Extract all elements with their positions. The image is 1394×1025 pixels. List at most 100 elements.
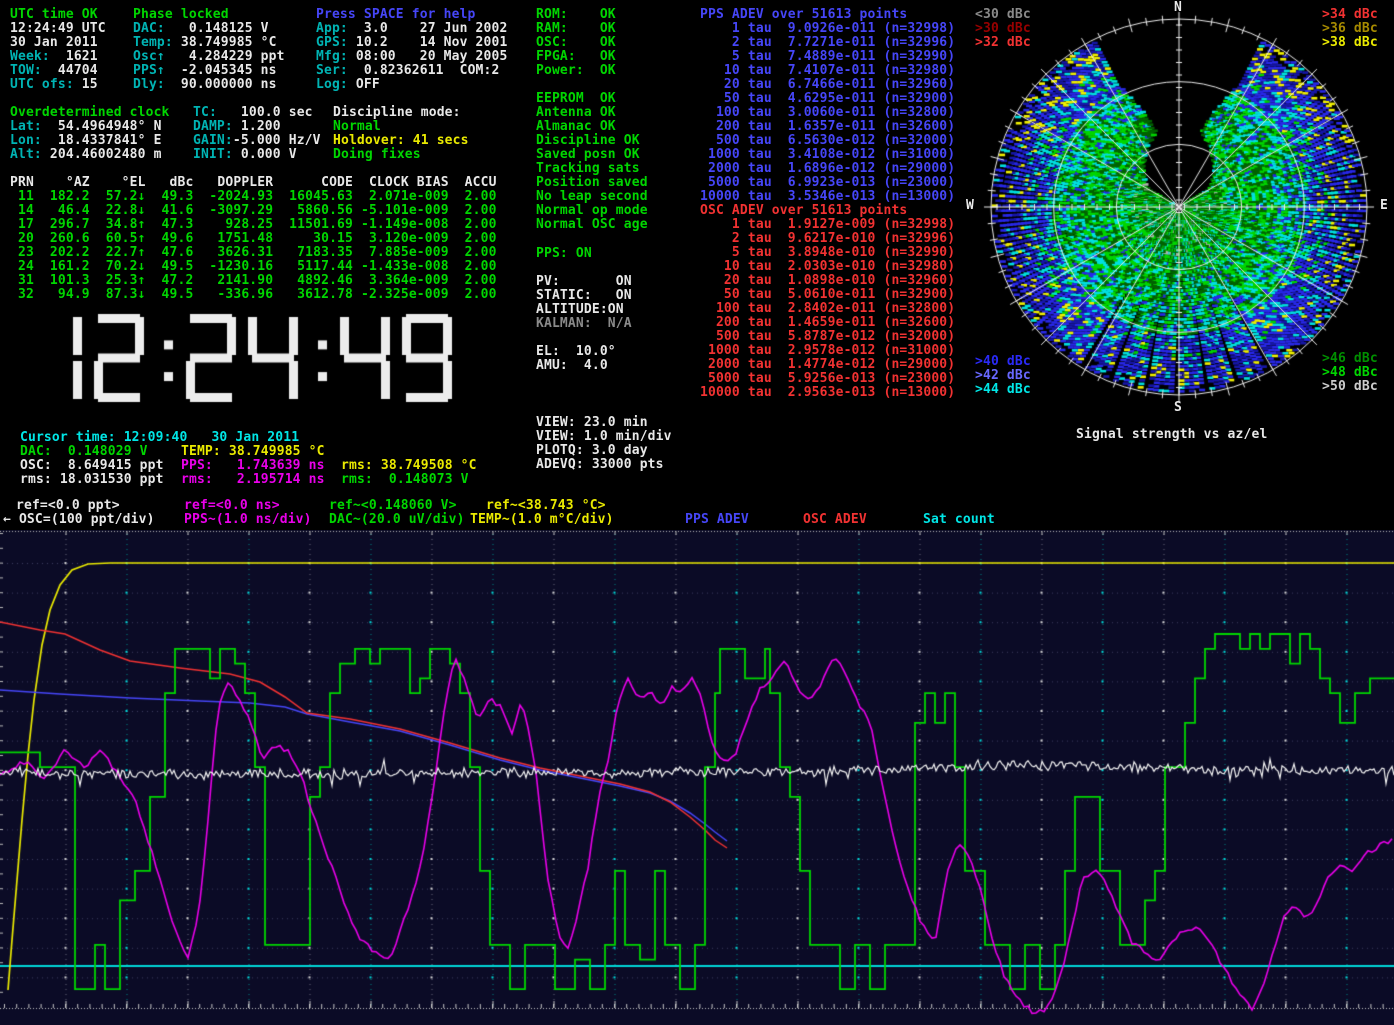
dbc-gt30: >30 dBc bbox=[975, 22, 1031, 36]
osc-hw-status: OSC: OK bbox=[536, 36, 616, 50]
ref-temp: ref~<38.743 °C> bbox=[486, 499, 606, 513]
latitude-text: 54.4964948° N bbox=[42, 119, 162, 134]
cable-delay-text: 90.000000 ns bbox=[165, 77, 277, 92]
osc-adev-row-500-text: 500 tau 5.8787e-012 (n=32000) bbox=[700, 329, 955, 344]
plot-queue-text: PLOTQ: 3.0 day bbox=[536, 443, 648, 458]
altitude-text: 204.46002480 m bbox=[42, 147, 162, 162]
osc-adev-row-10000: 10000 tau 2.9563e-013 (n=13000) bbox=[700, 386, 955, 400]
compass-w-text: W bbox=[966, 198, 974, 213]
normal-op-mode-text: Normal op mode bbox=[536, 203, 648, 218]
compass-n-text: N bbox=[1174, 0, 1182, 15]
no-leap-second-text: No leap second bbox=[536, 189, 648, 204]
compass-w: W bbox=[966, 199, 974, 213]
pps-adev-row-100-text: 100 tau 3.0060e-011 (n=32800) bbox=[700, 105, 955, 120]
app-version: App: 3.0 27 Jun 2002 bbox=[316, 22, 507, 36]
osc-adev-row-500: 500 tau 5.8787e-012 (n=32000) bbox=[700, 330, 955, 344]
osc-adev-row-50-text: 50 tau 5.0610e-011 (n=32900) bbox=[700, 287, 955, 302]
osc-adev-row-200-text: 200 tau 1.4659e-011 (n=32600) bbox=[700, 315, 955, 330]
osc-drift-text: Osc↑ bbox=[133, 49, 165, 64]
gps-version: GPS: 10.2 14 Nov 2001 bbox=[316, 36, 507, 50]
el-mask: EL: 10.0° bbox=[536, 345, 616, 359]
pps-adev-row-20: 20 tau 6.7466e-011 (n=32960) bbox=[700, 78, 955, 92]
strip-chart-plot-area[interactable] bbox=[0, 530, 1394, 1025]
fpga-status-text: FPGA: OK bbox=[536, 49, 616, 64]
mfg-date-text: 08:00 20 May 2005 bbox=[348, 49, 508, 64]
sat-table-row-11: 11 182.2 57.2↓ 49.3 -2024.93 16045.63 2.… bbox=[10, 190, 497, 204]
scale-osc: ← OSC=(100 ppt/div) bbox=[3, 513, 155, 527]
sat-table-row-17: 17 296.7 34.8↑ 47.3 928.25 11501.69 -1.1… bbox=[10, 218, 497, 232]
sat-table-row-32-text: 32 94.9 87.3↓ 49.5 -336.96 3612.78 -2.32… bbox=[10, 287, 497, 302]
scale-pps-text: PPS~(1.0 ns/div) bbox=[184, 512, 312, 527]
rom-status: ROM: OK bbox=[536, 8, 616, 22]
sat-table-header: PRN °AZ °EL dBc DOPPLER CODE CLOCK BIAS … bbox=[10, 176, 497, 190]
compass-e-text: E bbox=[1380, 198, 1388, 213]
pps-adev-row-2: 2 tau 7.7271e-011 (n=32996) bbox=[700, 36, 955, 50]
osc-adev-row-2-text: 2 tau 9.6217e-010 (n=32996) bbox=[700, 231, 955, 246]
pps-adev-row-100: 100 tau 3.0060e-011 (n=32800) bbox=[700, 106, 955, 120]
eeprom-status-text: EEPROM OK bbox=[536, 91, 616, 106]
holdover: Holdover: 41 secs bbox=[333, 134, 469, 148]
pps-adev-row-1000: 1000 tau 3.4108e-012 (n=31000) bbox=[700, 148, 955, 162]
receiver-mode-text: Overdetermined clock bbox=[10, 105, 170, 120]
ref-pps-text: ref=<0.0 ns> bbox=[184, 498, 280, 513]
damping: DAMP: 1.200 bbox=[193, 120, 281, 134]
cursor-osc-rms-text: rms: 18.031530 ppt bbox=[20, 472, 164, 487]
osc-hw-status-text: OSC: OK bbox=[536, 35, 616, 50]
normal-osc-age: Normal OSC age bbox=[536, 218, 648, 232]
damping-text: DAMP: bbox=[193, 119, 233, 134]
cursor-pps-rms: rms: 2.195714 ns bbox=[181, 473, 325, 487]
tracking-sats: Tracking sats bbox=[536, 162, 640, 176]
osc-adev-row-2000: 2000 tau 1.4774e-012 (n=29000) bbox=[700, 358, 955, 372]
pv-mode: PV: ON bbox=[536, 275, 632, 289]
latitude: Lat: 54.4964948° N bbox=[10, 120, 162, 134]
cursor-temp-rms-text: rms: 38.749508 °C bbox=[341, 458, 477, 473]
app-version-text: 3.0 27 Jun 2002 bbox=[348, 21, 508, 36]
pps-adev-row-50-text: 50 tau 4.6295e-011 (n=32900) bbox=[700, 91, 955, 106]
discipline-mode-label: Discipline mode: bbox=[333, 106, 461, 120]
longitude: Lon: 18.4337841° E bbox=[10, 134, 162, 148]
legend-sat-count: Sat count bbox=[923, 513, 995, 527]
dbc-gt32: >32 dBc bbox=[975, 36, 1031, 50]
temp-reading-text: Temp: bbox=[133, 35, 173, 50]
scale-pps: PPS~(1.0 ns/div) bbox=[184, 513, 312, 527]
gps-tow: TOW: 44704 bbox=[10, 64, 98, 78]
sat-table-row-11-text: 11 182.2 57.2↓ 49.3 -2024.93 16045.63 2.… bbox=[10, 189, 497, 204]
osc-adev-row-10-text: 10 tau 2.0303e-010 (n=32980) bbox=[700, 259, 955, 274]
dbc-gt34-text: >34 dBc bbox=[1322, 7, 1378, 22]
pps-adev-row-10: 10 tau 7.4107e-011 (n=32980) bbox=[700, 64, 955, 78]
app-version-text: App: bbox=[316, 21, 348, 36]
temp-reading-text: 38.749985 °C bbox=[173, 35, 277, 50]
kalman-mode-text: KALMAN: N/A bbox=[536, 316, 632, 331]
sat-table-row-24-text: 24 161.2 70.2↓ 49.5 -1230.16 5117.44 -1.… bbox=[10, 259, 497, 274]
altitude-mode: ALTITUDE:ON bbox=[536, 303, 624, 317]
pps-adev-row-2000-text: 2000 tau 1.6896e-012 (n=29000) bbox=[700, 161, 955, 176]
discipline-status: Discipline OK bbox=[536, 134, 640, 148]
sat-table-row-17-text: 17 296.7 34.8↑ 47.3 928.25 11501.69 -1.1… bbox=[10, 217, 497, 232]
heather-gpsdo-monitor-screen: UTC time OK12:24:49 UTC30 Jan 2011Week: … bbox=[0, 0, 1394, 1025]
dbc-gt34: >34 dBc bbox=[1322, 8, 1378, 22]
eeprom-status: EEPROM OK bbox=[536, 92, 616, 106]
osc-adev-row-10: 10 tau 2.0303e-010 (n=32980) bbox=[700, 260, 955, 274]
legend-pps-adev-text: PPS ADEV bbox=[685, 512, 749, 527]
sat-table-row-31-text: 31 101.3 25.3↑ 47.2 2141.90 4892.46 3.36… bbox=[10, 273, 497, 288]
dac-volts: DAC: 0.148125 V bbox=[133, 22, 269, 36]
gps-tow-text: 44704 bbox=[42, 63, 98, 78]
cursor-time: Cursor time: 12:09:40 30 Jan 2011 bbox=[20, 431, 299, 445]
saved-posn-status: Saved posn OK bbox=[536, 148, 640, 162]
legend-pps-adev: PPS ADEV bbox=[685, 513, 749, 527]
amu-mask: AMU: 4.0 bbox=[536, 359, 608, 373]
altitude-mode-text: ALTITUDE:ON bbox=[536, 302, 624, 317]
help-hint-text: Press SPACE for help bbox=[316, 7, 476, 22]
sat-table-row-23: 23 202.2 22.7↑ 47.6 3626.31 7183.35 7.88… bbox=[10, 246, 497, 260]
cursor-dac-text: DAC: 0.148029 V bbox=[20, 444, 148, 459]
pps-adev-row-1: 1 tau 9.0926e-011 (n=32998) bbox=[700, 22, 955, 36]
dbc-gt38: >38 dBc bbox=[1322, 36, 1378, 50]
dbc-gt50-text: >50 dBc bbox=[1322, 379, 1378, 394]
polar-plot-title: Signal strength vs az/el bbox=[1076, 428, 1267, 442]
big-digital-clock bbox=[26, 308, 496, 412]
latitude-text: Lat: bbox=[10, 119, 42, 134]
time-constant: TC: 100.0 sec bbox=[193, 106, 313, 120]
longitude-text: Lon: bbox=[10, 133, 42, 148]
pps-adev-title: PPS ADEV over 51613 points bbox=[700, 8, 907, 22]
init-voltage-text: 0.000 V bbox=[233, 147, 297, 162]
